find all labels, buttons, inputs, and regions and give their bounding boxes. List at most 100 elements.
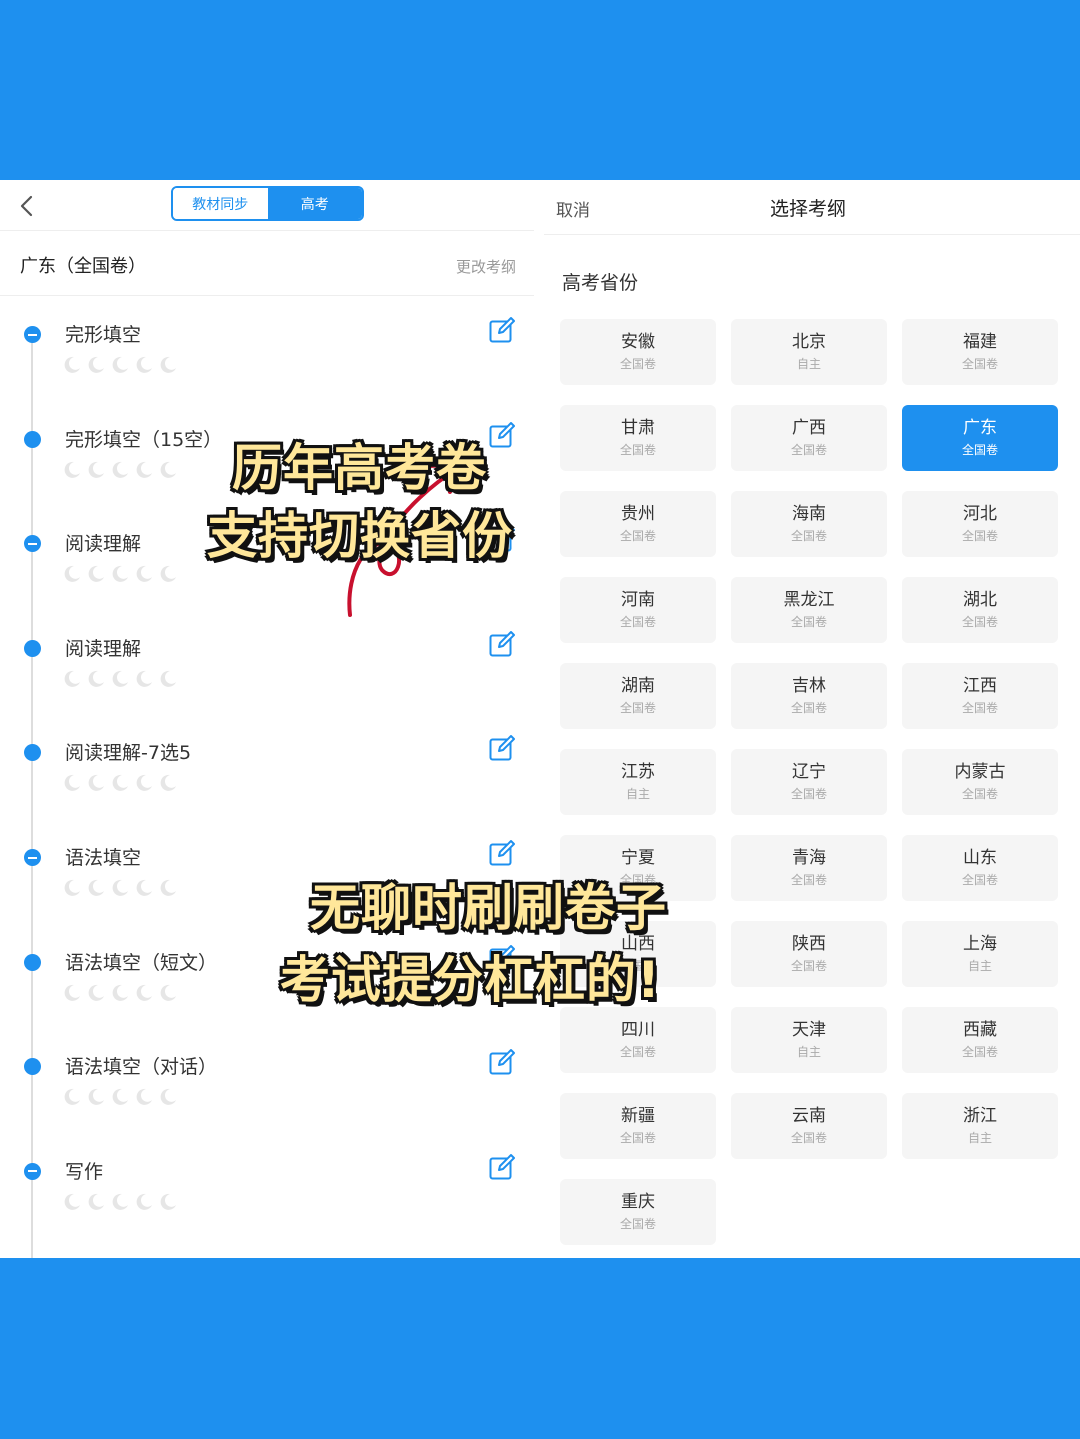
province-option[interactable]: 安徽 全国卷: [560, 319, 716, 385]
exam-type-label: 全国卷: [619, 1131, 656, 1145]
province-name: 青海: [792, 848, 826, 868]
minus-circle-icon[interactable]: [24, 535, 41, 553]
province-option[interactable]: 贵州 全国卷: [560, 491, 716, 557]
question-type-item[interactable]: 完形填空: [0, 312, 534, 416]
moon-rating-icon: [88, 775, 104, 792]
province-option[interactable]: 吉林 全国卷: [731, 663, 887, 729]
moon-rating-icon: [160, 670, 176, 687]
moon-rating-icon: [64, 566, 80, 583]
moon-rating-icon: [112, 1193, 128, 1210]
province-option[interactable]: 湖南 全国卷: [560, 663, 716, 729]
moon-rating-icon: [112, 775, 128, 792]
province-name: 天津: [792, 1020, 826, 1040]
province-option[interactable]: 云南 全国卷: [731, 1093, 887, 1159]
province-name: 重庆: [621, 1192, 655, 1212]
province-name: 云南: [792, 1106, 826, 1126]
province-option[interactable]: 河北 全国卷: [902, 491, 1058, 557]
province-option[interactable]: 河南 全国卷: [560, 577, 716, 643]
exam-type-label: 全国卷: [961, 357, 998, 371]
question-type-title: 阅读理解: [65, 533, 142, 556]
dot-icon[interactable]: [24, 953, 41, 971]
back-chevron-icon[interactable]: [14, 192, 42, 220]
dot-icon[interactable]: [24, 744, 41, 762]
exam-type-label: 全国卷: [790, 787, 827, 801]
moon-rating-icon: [136, 670, 152, 687]
question-type-title: 语法填空（短文）: [65, 951, 218, 974]
difficulty-rating: [63, 879, 177, 897]
question-type-item[interactable]: 阅读理解: [0, 626, 534, 730]
moon-rating-icon: [112, 461, 128, 478]
overlay-caption-1: 历年高考卷: [232, 439, 487, 497]
province-option[interactable]: 北京 自主: [731, 319, 887, 385]
province-option[interactable]: 广西 全国卷: [731, 405, 887, 471]
edit-practice-icon[interactable]: [488, 1153, 516, 1181]
exam-type-label: 全国卷: [961, 529, 998, 543]
province-option[interactable]: 上海 自主: [902, 921, 1058, 987]
province-name: 北京: [792, 332, 826, 352]
exam-type-label: 全国卷: [790, 615, 827, 629]
exam-type-label: 全国卷: [961, 443, 998, 457]
province-option[interactable]: 新疆 全国卷: [560, 1093, 716, 1159]
question-type-item[interactable]: 阅读理解-7选5: [0, 730, 534, 834]
dot-icon[interactable]: [24, 430, 41, 448]
minus-circle-icon[interactable]: [24, 1162, 41, 1180]
dot-icon[interactable]: [24, 639, 41, 657]
minus-circle-icon[interactable]: [24, 849, 41, 866]
province-name: 陕西: [792, 934, 826, 954]
province-option[interactable]: 天津 自主: [731, 1007, 887, 1073]
province-option[interactable]: 西藏 全国卷: [902, 1007, 1058, 1073]
province-option[interactable]: 黑龙江 全国卷: [731, 577, 887, 643]
moon-rating-icon: [112, 566, 128, 583]
moon-rating-icon: [88, 670, 104, 687]
exam-type-label: 自主: [967, 1131, 992, 1145]
province-name: 广西: [792, 418, 826, 438]
province-option[interactable]: 重庆 全国卷: [560, 1179, 716, 1245]
province-option[interactable]: 浙江 自主: [902, 1093, 1058, 1159]
change-outline-link[interactable]: 更改考纲: [456, 256, 516, 277]
top-blue-band: [0, 0, 1080, 180]
moon-rating-icon: [160, 1193, 176, 1210]
moon-rating-icon: [64, 356, 80, 373]
province-option[interactable]: 江苏 自主: [560, 749, 716, 815]
moon-rating-icon: [88, 566, 104, 583]
cancel-button[interactable]: 取消: [556, 196, 590, 221]
overlay-caption-2: 支持切换省份: [207, 507, 513, 565]
edit-practice-icon[interactable]: [488, 316, 516, 344]
province-option[interactable]: 福建 全国卷: [902, 319, 1058, 385]
edit-practice-icon[interactable]: [488, 421, 516, 449]
province-name: 江西: [963, 676, 997, 696]
exam-outline-screen: 教材同步 高考 广东（全国卷） 更改考纲 完形填空 完形填空（15空） 阅读理解 阅读…: [0, 180, 534, 1258]
moon-rating-icon: [136, 461, 152, 478]
edit-practice-icon[interactable]: [488, 630, 516, 658]
exam-type-label: 全国卷: [619, 615, 656, 629]
province-option[interactable]: 青海 全国卷: [731, 835, 887, 901]
province-option[interactable]: 辽宁 全国卷: [731, 749, 887, 815]
province-option[interactable]: 内蒙古 全国卷: [902, 749, 1058, 815]
province-name: 宁夏: [621, 848, 655, 868]
moon-rating-icon: [88, 1089, 104, 1106]
edit-practice-icon[interactable]: [488, 1048, 516, 1076]
province-option[interactable]: 广东 全国卷: [902, 405, 1058, 471]
edit-practice-icon[interactable]: [488, 839, 516, 867]
question-type-item[interactable]: 语法填空（对话）: [0, 1044, 534, 1148]
exam-type-label: 自主: [796, 1045, 821, 1059]
province-name: 新疆: [621, 1106, 655, 1126]
province-option[interactable]: 海南 全国卷: [731, 491, 887, 557]
province-option[interactable]: 甘肃 全国卷: [560, 405, 716, 471]
province-option[interactable]: 陕西 全国卷: [731, 921, 887, 987]
province-option[interactable]: 湖北 全国卷: [902, 577, 1058, 643]
edit-practice-icon[interactable]: [488, 734, 516, 762]
province-name: 吉林: [792, 676, 826, 696]
province-option[interactable]: 江西 全国卷: [902, 663, 1058, 729]
province-name: 湖南: [621, 676, 655, 696]
province-option[interactable]: 山东 全国卷: [902, 835, 1058, 901]
question-type-item[interactable]: 写作: [0, 1149, 534, 1253]
province-name: 河南: [621, 590, 655, 610]
tab-gaokao[interactable]: 高考: [267, 188, 362, 219]
moon-rating-icon: [160, 879, 176, 896]
minus-circle-icon[interactable]: [24, 326, 41, 343]
dot-icon[interactable]: [24, 1058, 41, 1076]
province-option[interactable]: 四川 全国卷: [560, 1007, 716, 1073]
screenshot-pair: 教材同步 高考 广东（全国卷） 更改考纲 完形填空 完形填空（15空） 阅读理解 阅读…: [0, 180, 1080, 1258]
tab-textbook-sync[interactable]: 教材同步: [173, 188, 268, 219]
